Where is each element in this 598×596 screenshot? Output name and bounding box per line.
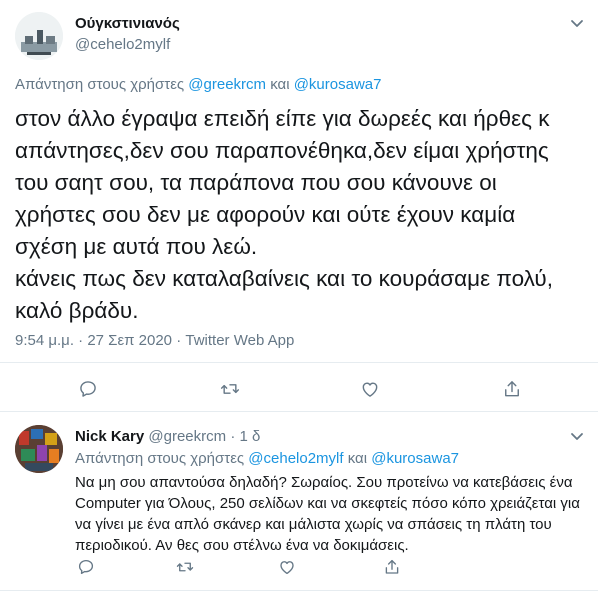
tweet-date[interactable]: 27 Σεπ 2020 (87, 332, 172, 349)
reply-button[interactable] (76, 377, 100, 401)
like-button[interactable] (358, 377, 382, 401)
retweet-icon (176, 562, 194, 572)
tweet-time[interactable]: 9:54 μ.μ. (15, 332, 74, 349)
tweet-meta: 9:54 μ.μ. · 27 Σεπ 2020 · Twitter Web Ap… (15, 332, 294, 349)
mention-link[interactable]: @kurosawa7 (294, 76, 382, 93)
chevron-down-icon (571, 20, 583, 27)
tweet-menu-button[interactable] (565, 12, 589, 36)
like-button[interactable] (275, 555, 299, 579)
retweet-icon (220, 384, 240, 394)
user-handle[interactable]: @cehelo2mylf (75, 36, 170, 53)
share-button[interactable] (380, 555, 404, 579)
reply-button[interactable] (74, 555, 98, 579)
avatar-image (15, 12, 63, 60)
share-button[interactable] (500, 377, 524, 401)
mention-link[interactable]: @greekrcm (188, 76, 266, 93)
tweet-source[interactable]: Twitter Web App (185, 332, 294, 349)
share-icon (505, 381, 519, 397)
retweet-button[interactable] (218, 377, 242, 401)
meta-separator: · (176, 332, 182, 349)
comment-icon (78, 559, 94, 575)
user-handle[interactable]: @greekrcm (148, 428, 226, 445)
retweet-button[interactable] (173, 555, 197, 579)
display-name[interactable]: Ούγκστινιανός (75, 15, 180, 32)
mention-link[interactable]: @cehelo2mylf (248, 450, 343, 467)
reply-header: Nick Kary @greekrcm · 1 δ (75, 428, 260, 445)
display-name[interactable]: Nick Kary (75, 428, 144, 445)
meta-separator: · (78, 332, 84, 349)
meta-separator: · (230, 428, 236, 445)
tweet-text: Να μη σου απαντούσα δηλαδή? Σωραίος. Σου… (75, 474, 580, 554)
divider (0, 590, 598, 591)
divider (0, 411, 598, 412)
tweet-menu-button[interactable] (565, 425, 589, 449)
reply-context: Απάντηση στους χρήστες @greekrcm και @ku… (15, 76, 381, 93)
chevron-down-icon (571, 433, 583, 440)
avatar[interactable] (15, 425, 63, 473)
reply-prefix: Απάντηση στους χρήστες (75, 450, 245, 467)
comment-icon (80, 381, 96, 397)
mention-link[interactable]: @kurosawa7 (371, 450, 459, 467)
reply-context: Απάντηση στους χρήστες @cehelo2mylf και … (75, 450, 459, 467)
avatar[interactable] (15, 12, 63, 60)
heart-icon (280, 561, 294, 575)
reply-and: και (347, 450, 368, 467)
heart-icon (362, 382, 378, 397)
tweet-age[interactable]: 1 δ (239, 428, 260, 445)
reply-prefix: Απάντηση στους χρήστες (15, 76, 185, 93)
divider (0, 362, 598, 363)
tweet-text: στον άλλο έγραψα επειδή είπε για δωρεές … (15, 106, 553, 323)
avatar-image (15, 425, 63, 473)
reply-and: και (270, 76, 290, 93)
share-icon (385, 559, 399, 574)
